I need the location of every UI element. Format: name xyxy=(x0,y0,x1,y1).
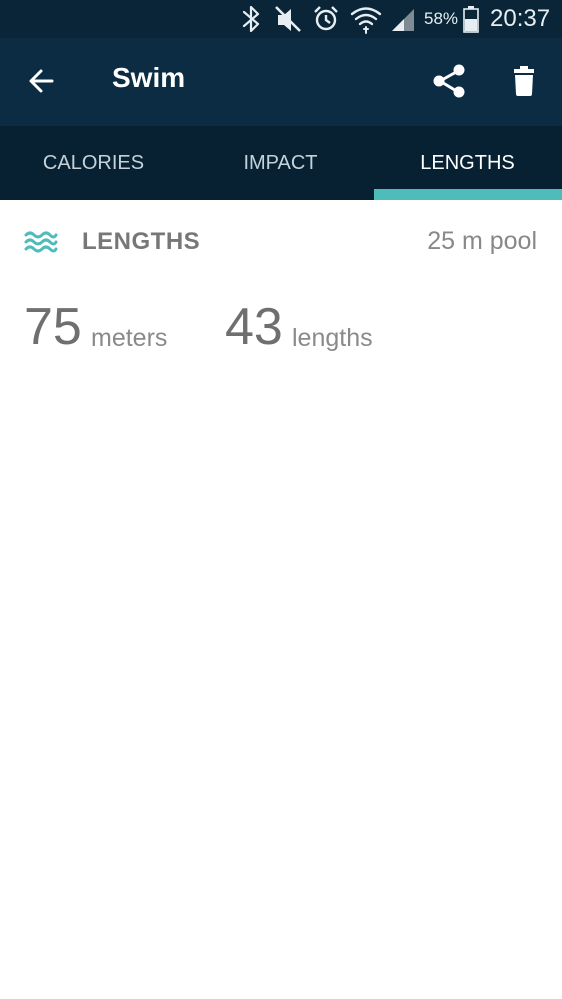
meters-value: 75 xyxy=(24,298,82,356)
waves-icon xyxy=(24,231,58,253)
back-button[interactable] xyxy=(24,60,64,104)
meters-unit: meters xyxy=(91,324,168,352)
signal-icon xyxy=(392,9,414,31)
active-tab-indicator xyxy=(374,189,562,200)
wifi-icon xyxy=(350,7,382,34)
battery-percent: 58% xyxy=(424,9,459,28)
share-button[interactable] xyxy=(428,60,472,104)
status-time: 20:37 xyxy=(490,5,551,32)
tab-calories[interactable]: CALORIES xyxy=(0,126,187,200)
swim-stats: 75 meters 43 lengths xyxy=(0,296,562,376)
status-bar: 58% 20:37 xyxy=(0,0,562,38)
battery-icon xyxy=(463,6,479,33)
share-icon xyxy=(433,64,465,98)
page-title: Swim xyxy=(112,62,186,93)
back-arrow-icon xyxy=(29,69,54,93)
lengths-value: 43 xyxy=(225,298,283,356)
section-title: LENGTHS xyxy=(82,228,201,255)
trash-icon xyxy=(514,66,534,96)
bluetooth-icon xyxy=(242,5,260,33)
delete-button[interactable] xyxy=(504,60,544,104)
lengths-unit: lengths xyxy=(292,324,373,352)
pool-size: 25 m pool xyxy=(427,227,537,255)
mute-icon xyxy=(275,6,301,32)
status-icons xyxy=(242,5,479,34)
tab-impact[interactable]: IMPACT xyxy=(187,126,374,200)
app-bar: Swim xyxy=(0,38,562,126)
alarm-icon xyxy=(314,6,338,31)
lengths-section-header: LENGTHS 25 m pool xyxy=(0,200,562,284)
